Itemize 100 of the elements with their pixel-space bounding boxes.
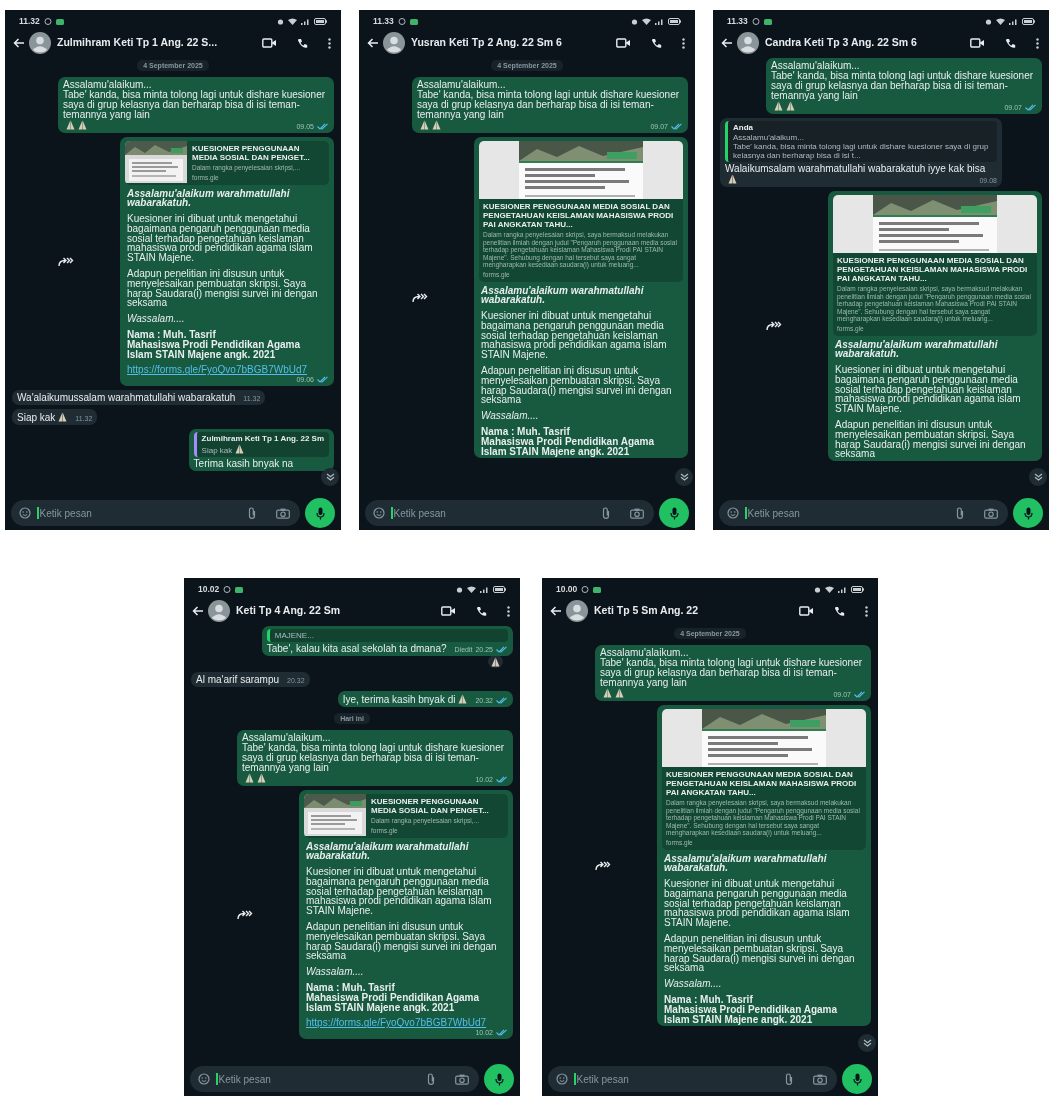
contact-avatar[interactable] [208,600,230,622]
message-input[interactable]: Ketik pesan [393,505,596,521]
message-link[interactable]: https://forms.gle/FyoQvo7bBGB7WbUd7 [306,1018,500,1029]
message-field[interactable]: Ketik pesan [548,1066,837,1092]
notification-icon [751,18,760,25]
link-preview[interactable] [479,141,683,282]
video-call-icon[interactable] [262,38,277,48]
back-arrow-icon[interactable] [367,38,379,48]
voice-message-button[interactable] [659,498,689,528]
message-text: Kuesioner ini dibuat untuk mengetahui bagaimana pengaruh penggunaan media sosial terhadap pengetahuan keislaman mahasiswa prodi pendidikan agama islam STAIN Majene. [306,867,493,917]
message-text: Assalamu'alaikum warahmatullahi wabarakatuh. [835,339,999,360]
message-input[interactable]: Ketik pesan [747,505,950,521]
sticker-icon[interactable] [373,507,385,519]
message-field[interactable]: Ketik pesan [190,1066,479,1092]
contact-avatar[interactable] [566,600,588,622]
camera-icon[interactable] [984,507,998,519]
attach-icon[interactable] [248,507,256,519]
link-preview[interactable] [662,709,866,850]
contact-name[interactable]: Zulmihram Keti Tp 1 Ang. 22 S... [57,35,258,51]
message-text: Adapun penelitian ini disusun untuk menyelesaikan pembuatan skripsi. Saya harap Saudara(i) mengisi survei ini dengan seksama [481,366,673,406]
more-options-icon[interactable] [865,605,868,617]
phone-call-icon[interactable] [834,605,845,617]
attach-icon[interactable] [956,507,964,519]
wifi-icon [467,586,476,593]
contact-name[interactable]: Yusran Keti Tp 2 Ang. 22 Sm 6 [411,35,612,51]
video-call-icon[interactable] [441,606,456,616]
contact-name[interactable]: Keti Tp 5 Sm Ang. 22 [594,603,795,619]
voice-message-button[interactable] [305,498,335,528]
back-arrow-icon[interactable] [550,606,562,616]
battery-icon [493,586,506,593]
attach-icon[interactable] [602,507,610,519]
video-call-icon[interactable] [616,38,631,48]
forward-icon[interactable] [237,909,253,920]
back-arrow-icon[interactable] [721,38,733,48]
forward-icon[interactable] [58,256,74,267]
praying-hands-icon [78,120,87,130]
contact-avatar[interactable] [737,32,759,54]
contact-avatar[interactable] [29,32,51,54]
message-field[interactable]: Ketik pesan [719,500,1008,526]
sticker-icon[interactable] [19,507,31,519]
message-text: Wassalam.... [664,979,723,990]
back-arrow-icon[interactable] [13,38,25,48]
contact-name[interactable]: Keti Tp 4 Ang. 22 Sm [236,603,437,619]
more-options-icon[interactable] [507,605,510,617]
voice-message-button[interactable] [1013,498,1043,528]
video-call-icon[interactable] [970,38,985,48]
phone-call-icon[interactable] [651,37,662,49]
voice-message-button[interactable] [842,1064,872,1094]
wifi-icon [825,586,834,593]
text-cursor [574,1073,576,1085]
message-link[interactable]: https://forms.gle/FyoQvo7bBGB7WbUd7 [127,365,321,376]
attach-icon[interactable] [427,1073,435,1085]
message-text: Wa'alaikumussalam warahmatullahi wabarakatuh [17,393,236,404]
message-text: Adapun penelitian ini disusun untuk menyelesaikan pembuatan skripsi. Saya harap Saudara(i) mengisi survei ini dengan seksama [306,922,498,962]
back-arrow-icon[interactable] [192,606,204,616]
forward-icon[interactable] [595,860,611,871]
more-options-icon[interactable] [328,37,331,49]
more-options-icon[interactable] [1036,37,1039,49]
camera-icon[interactable] [630,507,644,519]
scroll-down-button[interactable] [321,468,339,486]
message-text: Assalamu'alaikum... Tabe' kanda, bisa minta tolong lagi untuk dishare kuesioner saya di grup kelasnya dan berharap bisa di isi teman-temannya yang lain [600,648,864,688]
message-text: Tabe', kalau kita asal sekolah ta dmana? [266,644,447,654]
status-time: 11.32 [19,15,40,28]
scroll-down-button[interactable] [1029,468,1047,486]
camera-icon[interactable] [813,1073,827,1085]
camera-icon[interactable] [276,507,290,519]
sticker-icon[interactable] [198,1073,210,1085]
scroll-down-button[interactable] [858,1034,876,1052]
attach-icon[interactable] [785,1073,793,1085]
sticker-icon[interactable] [727,507,739,519]
message-field[interactable]: Ketik pesan [365,500,654,526]
message-text: Assalamu'alaikum warahmatullahi wabarakatuh. [306,841,470,862]
text-cursor [745,507,747,519]
message-input[interactable]: Ketik pesan [39,505,242,521]
forward-icon[interactable] [766,321,782,332]
link-preview[interactable] [833,195,1037,336]
more-options-icon[interactable] [682,37,685,49]
message-field[interactable]: Ketik pesan [11,500,300,526]
message-text: Assalamu'alaikum... Tabe' kanda, bisa minta tolong lagi untuk dishare kuesioner saya di grup kelasnya dan berharap bisa di isi teman-temannya yang lain [242,733,506,773]
message-input[interactable]: Ketik pesan [218,1071,421,1087]
contact-avatar[interactable] [383,32,405,54]
contact-name[interactable]: Candra Keti Tp 3 Ang. 22 Sm 6 [765,35,966,51]
message-icon [55,18,64,25]
message-input[interactable]: Ketik pesan [576,1071,779,1087]
phone-call-icon[interactable] [297,37,308,49]
message-text: Assalamu'alaikum warahmatullahi wabarakatuh. [481,285,645,306]
message-text: Wassalam.... [127,314,186,325]
scroll-down-button[interactable] [675,468,693,486]
phone-call-icon[interactable] [1005,37,1016,49]
voice-message-button[interactable] [484,1064,514,1094]
video-call-icon[interactable] [799,606,814,616]
praying-hands-icon [615,688,624,698]
double-chevron-icon [862,1039,872,1047]
message-text: Kuesioner ini dibuat untuk mengetahui bagaimana pengaruh penggunaan media sosial terhadap pengetahuan keislaman mahasiswa prodi pendidikan agama islam STAIN Majene. [835,365,1022,415]
status-time: 11.33 [373,15,394,28]
quote-text: Siap kak [201,446,233,456]
camera-icon[interactable] [455,1073,469,1085]
phone-call-icon[interactable] [476,605,487,617]
sticker-icon[interactable] [556,1073,568,1085]
forward-icon[interactable] [412,292,428,303]
